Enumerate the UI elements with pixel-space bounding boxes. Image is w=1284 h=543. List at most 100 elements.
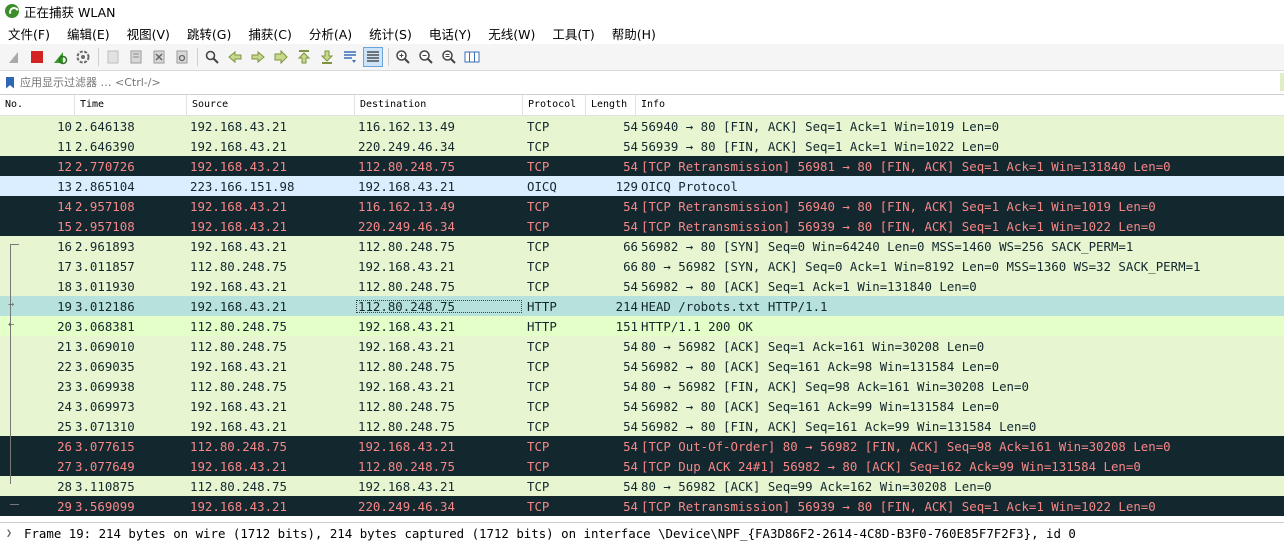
autoscroll-icon (344, 51, 356, 63)
packet-source: 192.168.43.21 (190, 498, 287, 514)
packet-length: 54 (623, 458, 638, 474)
packet-row[interactable]: 24 3.069973 192.168.43.21 112.80.248.75 TCP 5… (0, 396, 1284, 416)
column-info[interactable]: Info (636, 95, 1284, 115)
zoom-out-button[interactable] (416, 47, 436, 67)
packet-row[interactable]: 12 2.770726 192.168.43.21 112.80.248.75 TCP 5… (0, 156, 1284, 176)
toolbar-separator (388, 48, 389, 66)
packet-row[interactable]: 17 3.011857 112.80.248.75 192.168.43.21 TCP 6… (0, 256, 1284, 276)
packet-length: 54 (623, 478, 638, 494)
arrow-top-icon (297, 50, 311, 64)
packet-time: 3.069010 (75, 338, 135, 354)
column-source[interactable]: Source (187, 95, 355, 115)
packet-row[interactable]: 23 3.069938 112.80.248.75 192.168.43.21 TCP 5… (0, 376, 1284, 396)
save-file-button[interactable] (126, 47, 146, 67)
bookmark-icon[interactable] (6, 76, 14, 89)
reload-file-button[interactable] (172, 47, 192, 67)
packet-row[interactable]: 29 3.569099 192.168.43.21 220.249.46.34 TCP 5… (0, 496, 1284, 516)
close-file-button[interactable] (149, 47, 169, 67)
packet-row[interactable]: 19 3.012186 192.168.43.21 112.80.248.75 HTTP… (0, 296, 1284, 316)
packet-time: 2.646138 (75, 118, 135, 134)
packet-number: 29 (57, 498, 72, 514)
menu-capture[interactable]: 捕获(C) (244, 24, 295, 43)
go-forward-button[interactable] (248, 47, 268, 67)
column-protocol[interactable]: Protocol (523, 95, 586, 115)
column-length[interactable]: Length (586, 95, 636, 115)
autoscroll-button[interactable] (340, 47, 360, 67)
packet-row[interactable]: 20 3.068381 112.80.248.75 192.168.43.21 HTTP… (0, 316, 1284, 336)
packet-destination: 116.162.13.49 (358, 118, 455, 134)
packet-row[interactable]: 11 2.646390 192.168.43.21 220.249.46.34 TCP 5… (0, 136, 1284, 156)
column-no[interactable]: No. (0, 95, 75, 115)
packet-length: 54 (623, 138, 638, 154)
packet-row[interactable]: 13 2.865104 223.166.151.98 192.168.43.21 OIC… (0, 176, 1284, 196)
packet-row[interactable]: 15 2.957108 192.168.43.21 220.249.46.34 TCP 5… (0, 216, 1284, 236)
open-file-button[interactable] (103, 47, 123, 67)
packet-row[interactable]: 10 2.646138 192.168.43.21 116.162.13.49 TCP 5… (0, 116, 1284, 136)
frame-summary[interactable]: Frame 19: 214 bytes on wire (1712 bits),… (24, 526, 1076, 541)
packet-source: 192.168.43.21 (190, 218, 287, 234)
packet-info: [TCP Retransmission] 56940 → 80 [FIN, AC… (641, 198, 1156, 214)
packet-list-header: No. Time Source Destination Protocol Len… (0, 95, 1284, 116)
packet-row[interactable]: 26 3.077615 112.80.248.75 192.168.43.21 TCP 5… (0, 436, 1284, 456)
packet-info: HEAD /robots.txt HTTP/1.1 (641, 298, 828, 314)
packet-length: 54 (623, 338, 638, 354)
chevron-right-icon[interactable]: ❯ (6, 528, 16, 539)
go-to-packet-button[interactable] (271, 47, 291, 67)
packet-row[interactable]: 28 3.110875 112.80.248.75 192.168.43.21 TCP 5… (0, 476, 1284, 496)
start-capture-button[interactable] (4, 47, 24, 67)
menu-tools[interactable]: 工具(T) (548, 24, 598, 43)
packet-row[interactable]: 14 2.957108 192.168.43.21 116.162.13.49 TCP 5… (0, 196, 1284, 216)
stop-capture-button[interactable] (27, 47, 47, 67)
menu-go[interactable]: 跳转(G) (183, 24, 235, 43)
column-time[interactable]: Time (75, 95, 187, 115)
packet-length: 54 (623, 438, 638, 454)
packet-row[interactable]: 18 3.011930 192.168.43.21 112.80.248.75 TCP 5… (0, 276, 1284, 296)
packet-length: 54 (623, 378, 638, 394)
go-first-packet-button[interactable] (294, 47, 314, 67)
column-destination[interactable]: Destination (355, 95, 523, 115)
wireshark-fin-icon (5, 4, 19, 18)
packet-row[interactable]: 25 3.071310 192.168.43.21 112.80.248.75 TCP 5… (0, 416, 1284, 436)
packet-destination: 192.168.43.21 (358, 478, 455, 494)
shark-fin-icon (9, 52, 18, 63)
packet-time: 3.069938 (75, 378, 135, 394)
packet-time: 3.110875 (75, 478, 135, 494)
normal-size-button[interactable] (439, 47, 459, 67)
display-filter-bar (0, 71, 1284, 95)
packet-length: 54 (623, 158, 638, 174)
title-bar: 正在捕获 WLAN (0, 0, 1284, 22)
restart-capture-button[interactable] (50, 47, 70, 67)
go-back-button[interactable] (225, 47, 245, 67)
packet-row[interactable]: 16 2.961893 192.168.43.21 112.80.248.75 TCP 6… (0, 236, 1284, 256)
filter-apply-edge[interactable] (1280, 73, 1284, 91)
packet-row[interactable]: 22 3.069035 192.168.43.21 112.80.248.75 TCP 5… (0, 356, 1284, 376)
toolbar-separator (197, 48, 198, 66)
packet-row[interactable]: 21 3.069010 112.80.248.75 192.168.43.21 TCP 5… (0, 336, 1284, 356)
conversation-indicator-tick (10, 504, 19, 505)
colorize-button[interactable] (363, 47, 383, 67)
packet-destination: 112.80.248.75 (358, 458, 455, 474)
packet-source: 192.168.43.21 (190, 118, 287, 134)
packet-destination: 192.168.43.21 (358, 438, 455, 454)
menu-view[interactable]: 视图(V) (123, 24, 174, 43)
menu-statistics[interactable]: 统计(S) (365, 24, 416, 43)
menu-telephony[interactable]: 电话(Y) (425, 24, 475, 43)
menu-help[interactable]: 帮助(H) (608, 24, 660, 43)
conversation-indicator-line (10, 244, 11, 484)
capture-options-button[interactable] (73, 47, 93, 67)
find-packet-button[interactable] (202, 47, 222, 67)
menu-edit[interactable]: 编辑(E) (63, 24, 114, 43)
menu-file[interactable]: 文件(F) (4, 24, 54, 43)
menu-analyze[interactable]: 分析(A) (305, 24, 356, 43)
go-last-packet-button[interactable] (317, 47, 337, 67)
menu-wireless[interactable]: 无线(W) (484, 24, 539, 43)
packet-destination: 112.80.248.75 (355, 299, 523, 314)
packet-length: 54 (623, 358, 638, 374)
display-filter-input[interactable] (20, 76, 1120, 89)
packet-source: 192.168.43.21 (190, 458, 287, 474)
zoom-in-button[interactable] (393, 47, 413, 67)
packet-protocol: TCP (527, 378, 550, 394)
response-arrow-icon: ← (8, 319, 15, 330)
resize-columns-button[interactable] (462, 47, 482, 67)
packet-row[interactable]: 27 3.077649 192.168.43.21 112.80.248.75 TCP 5… (0, 456, 1284, 476)
